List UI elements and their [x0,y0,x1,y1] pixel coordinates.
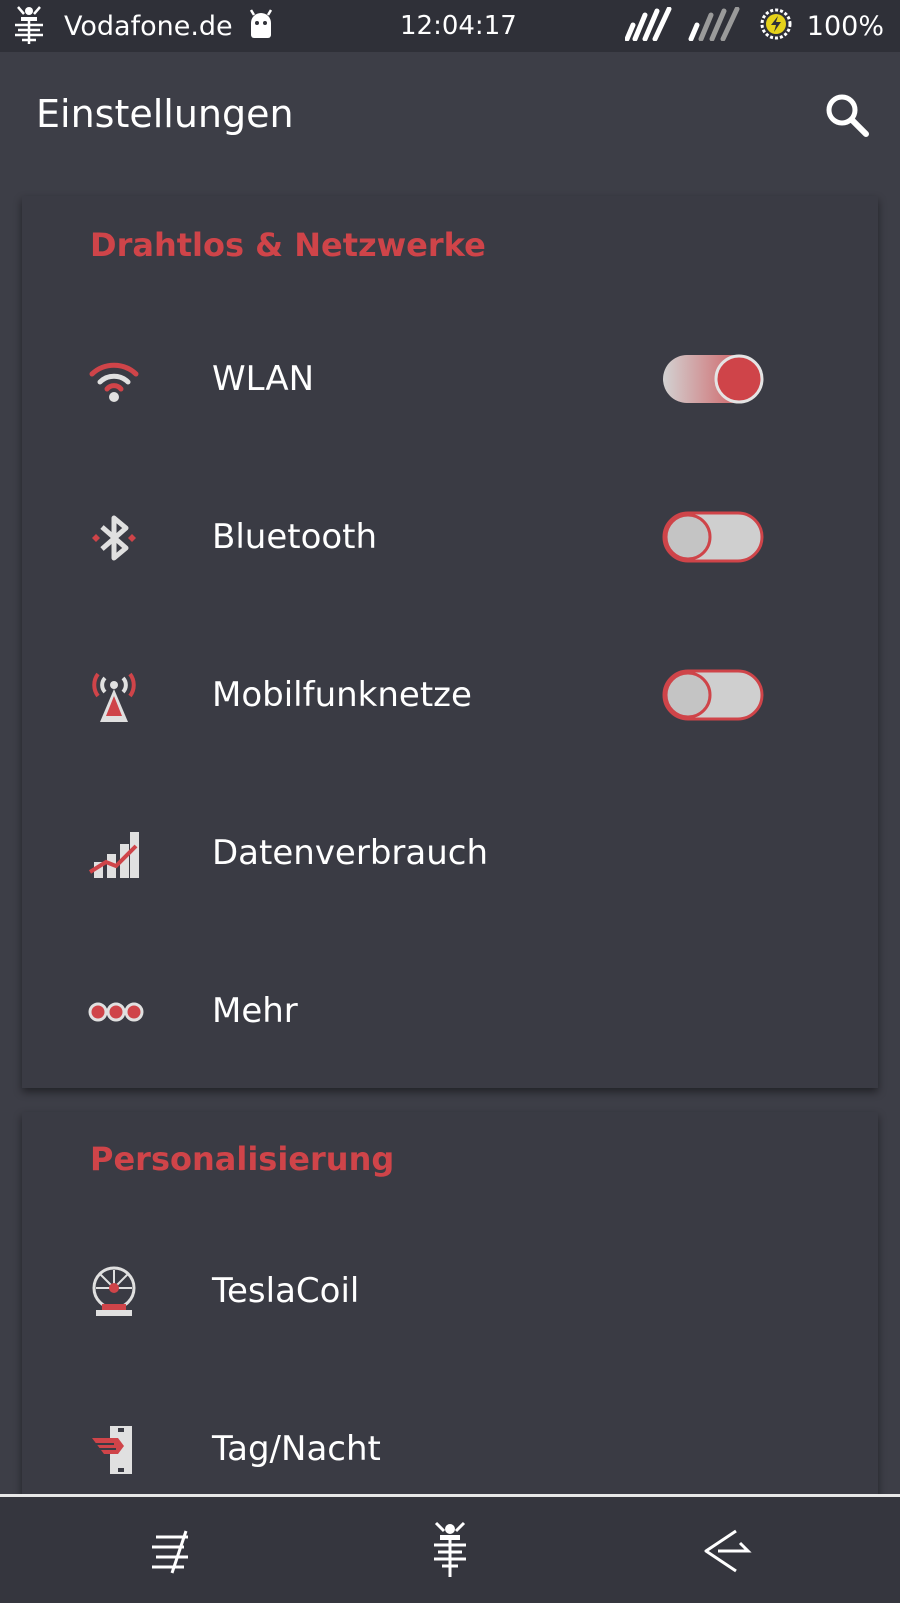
settings-item-bluetooth[interactable]: Bluetooth [22,472,878,602]
settings-item-label: Bluetooth [212,517,378,557]
home-icon [434,1521,466,1577]
settings-item-label: TeslaCoil [212,1271,360,1311]
wifi-icon [88,354,140,406]
settings-item-wlan[interactable]: WLAN [22,314,878,444]
settings-item-label: Datenverbrauch [212,833,489,873]
wireless-networks-card: Drahtlos & Netzwerke WLAN Bluetooth Mobi… [22,196,878,1088]
app-bar: Einstellungen [0,52,900,180]
clock: 12:04:17 [400,11,517,41]
personalization-card: Personalisierung TeslaCoil Tag/Nacht [22,1112,878,1512]
navigation-bar [0,1494,900,1603]
android-icon [247,9,275,43]
battery-percentage: 100% [806,10,884,42]
settings-item-mobile-networks[interactable]: Mobilfunknetze [22,630,878,760]
page-title: Einstellungen [36,92,294,136]
carrier-name: Vodafone.de [64,10,233,42]
section-title-wireless: Drahtlos & Netzwerke [90,226,486,264]
bluetooth-toggle[interactable] [662,511,764,563]
settings-item-label: Mehr [212,991,298,1031]
settings-item-label: Mobilfunknetze [212,675,472,715]
back-button[interactable] [696,1517,760,1581]
data-usage-icon [88,828,140,880]
settings-item-data-usage[interactable]: Datenverbrauch [22,788,878,918]
menu-icon [152,1530,188,1574]
settings-item-more[interactable]: Mehr [22,946,878,1076]
settings-item-label: WLAN [212,359,315,399]
signal-strength-icon [624,6,673,45]
mobile-networks-toggle[interactable] [662,669,764,721]
signal-strength-secondary-icon [687,6,745,45]
menu-button[interactable] [142,1517,206,1581]
home-button[interactable] [418,1517,482,1581]
tesla-coil-icon [88,1266,140,1318]
more-icon [88,986,144,1038]
back-arrow-icon [704,1529,752,1573]
search-icon [826,94,869,137]
status-bar: Vodafone.de 12:04:17 100% [0,0,900,52]
day-night-icon [88,1424,140,1476]
search-button[interactable] [822,90,872,140]
battery-charging-icon [759,7,793,45]
notification-app-icon [12,4,46,48]
bluetooth-icon [88,512,140,564]
wlan-toggle[interactable] [662,353,764,405]
settings-item-teslacoil[interactable]: TeslaCoil [22,1226,878,1356]
section-title-personalization: Personalisierung [90,1140,395,1178]
cell-tower-icon [88,670,140,722]
